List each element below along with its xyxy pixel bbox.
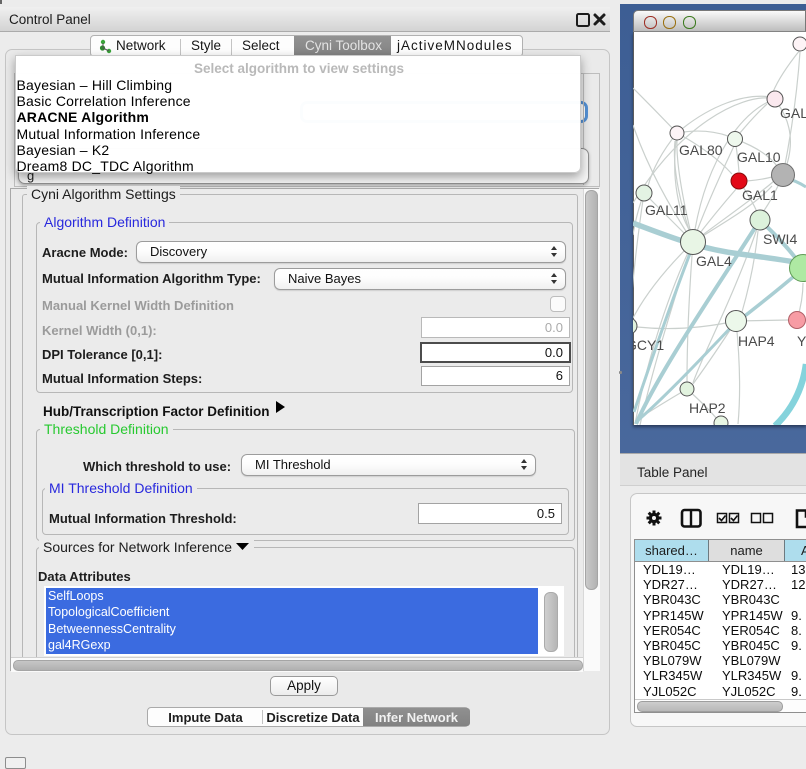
svg-text:GAL7: GAL7 (780, 105, 806, 121)
svg-text:SWI4: SWI4 (763, 231, 797, 247)
svg-text:GCY1: GCY1 (633, 337, 664, 353)
svg-text:GAL1: GAL1 (742, 187, 778, 203)
svg-text:Y: Y (797, 333, 806, 349)
svg-text:GAL4: GAL4 (696, 253, 732, 269)
svg-text:GAL11: GAL11 (645, 202, 688, 218)
svg-text:GAL80: GAL80 (679, 142, 723, 158)
svg-text:HAP2: HAP2 (689, 400, 726, 416)
svg-text:HAP4: HAP4 (738, 333, 775, 349)
svg-text:GAL10: GAL10 (737, 149, 781, 165)
